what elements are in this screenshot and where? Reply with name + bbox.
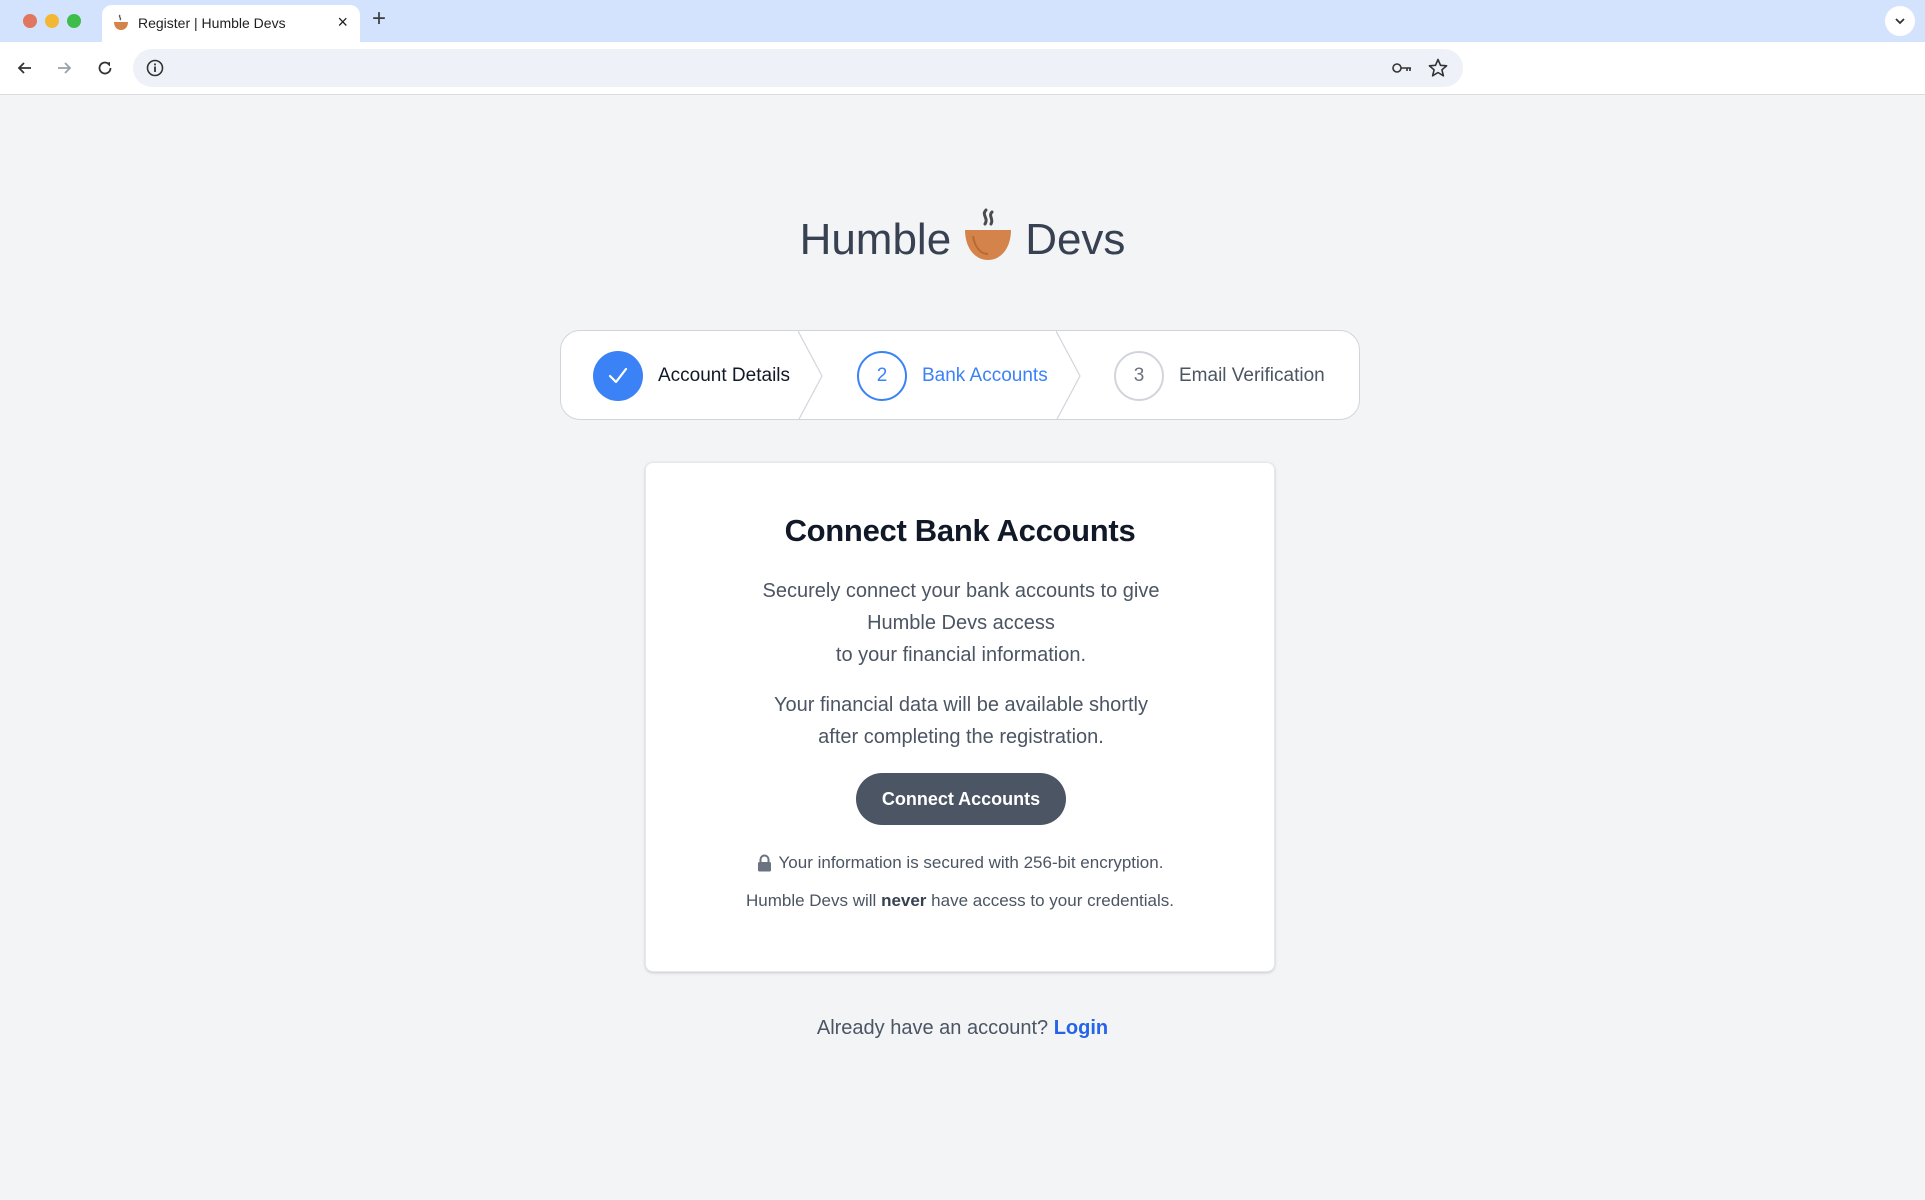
window-close-button[interactable] [23, 14, 37, 28]
connect-accounts-button[interactable]: Connect Accounts [856, 773, 1066, 825]
credentials-prefix: Humble Devs will [745, 891, 882, 910]
credentials-notice: Humble Devs will never have access to yo… [646, 891, 1274, 911]
arrow-left-icon [17, 62, 31, 74]
site-info-icon[interactable] [145, 58, 165, 78]
step-number: 3 [1114, 351, 1164, 401]
connect-bank-card: Connect Bank Accounts Securely connect y… [645, 462, 1275, 972]
brand-name-right: Devs [1025, 215, 1126, 264]
window-minimize-button[interactable] [45, 14, 59, 28]
step-label: Bank Accounts [922, 365, 1048, 386]
step-label: Email Verification [1179, 365, 1325, 386]
description-line: Securely connect your bank accounts to g… [762, 580, 1160, 602]
window-zoom-button[interactable] [67, 14, 81, 28]
description-line: to your financial information. [835, 644, 1087, 666]
tab-close-icon[interactable]: × [337, 11, 348, 33]
address-bar[interactable] [133, 49, 1463, 87]
lock-icon [757, 854, 771, 872]
note-line: Your financial data will be available sh… [774, 694, 1148, 716]
note-line: after completing the registration. [818, 726, 1104, 748]
card-description: Securely connect your bank accounts to g… [736, 575, 1186, 671]
brand-name-left: Humble [799, 215, 952, 264]
tab-title: Register | Humble Devs [138, 15, 286, 31]
login-link[interactable]: Login [1054, 1017, 1108, 1039]
bookmark-star-icon[interactable] [1427, 57, 1449, 79]
step-divider-chevron [1056, 331, 1081, 419]
reload-icon [98, 61, 112, 75]
coffee-cup-icon [965, 208, 1012, 260]
chevron-down-icon [1895, 18, 1905, 25]
browser-tab-strip: Register | Humble Devs × + [0, 0, 1925, 42]
browser-toolbar [0, 42, 1925, 95]
back-button[interactable] [13, 56, 37, 80]
description-line: Humble Devs access [867, 612, 1055, 634]
checkmark-icon [608, 367, 628, 384]
step-completed-indicator [593, 351, 643, 401]
card-note: Your financial data will be available sh… [736, 689, 1186, 753]
coffee-cup-icon [114, 14, 128, 30]
step-number: 2 [857, 351, 907, 401]
registration-stepper: Account Details 2 Bank Accounts 3 Email … [560, 330, 1360, 420]
login-prompt-text: Already have an account? [816, 1017, 1049, 1039]
new-tab-button[interactable]: + [372, 6, 386, 32]
step-divider-chevron [798, 331, 823, 419]
reload-button[interactable] [93, 56, 117, 80]
forward-button[interactable] [52, 56, 76, 80]
password-key-icon[interactable] [1391, 58, 1413, 78]
step-label: Account Details [658, 365, 791, 386]
brand-logo: Humble Devs [0, 208, 1925, 265]
card-title: Connect Bank Accounts [784, 513, 1136, 548]
browser-tab[interactable]: Register | Humble Devs × [102, 5, 360, 42]
login-prompt: Already have an account? Login [0, 1017, 1925, 1040]
arrow-right-icon [58, 62, 72, 74]
security-notice: Your information is secured with 256-bit… [646, 853, 1274, 873]
credentials-suffix: have access to your credentials. [926, 891, 1175, 910]
tab-search-button[interactable] [1885, 6, 1915, 36]
security-text: Your information is secured with 256-bit… [778, 853, 1164, 872]
credentials-emphasis: never [881, 891, 927, 910]
